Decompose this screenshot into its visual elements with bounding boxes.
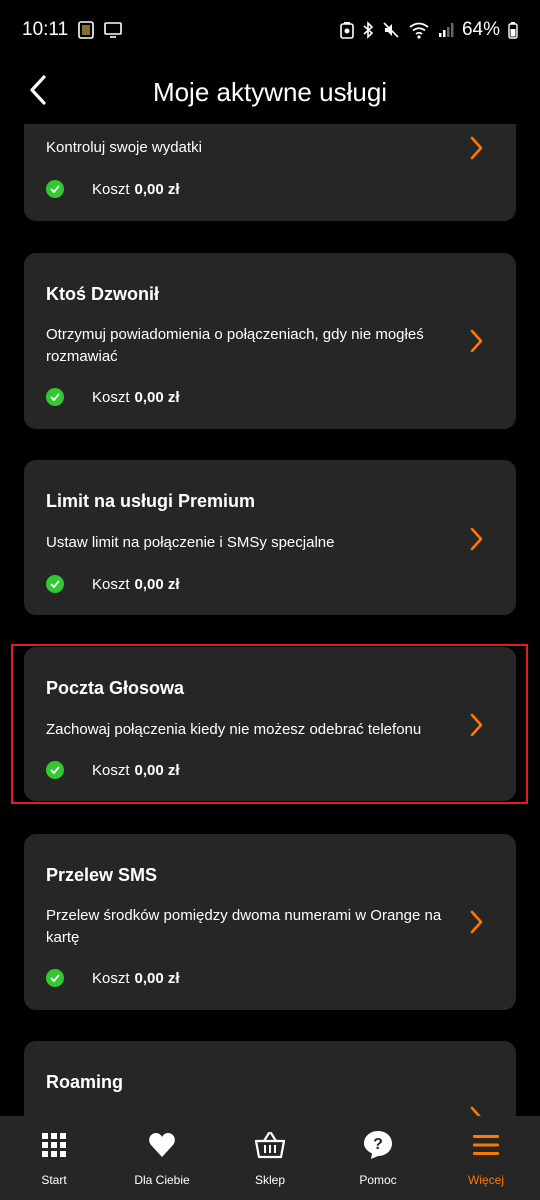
- heart-icon: [147, 1130, 177, 1160]
- battery-percent: 64%: [461, 19, 500, 40]
- services-list[interactable]: Kontroluj swoje wydatki Koszt 0,00 zł Kt…: [0, 124, 540, 1116]
- check-icon: [46, 575, 64, 593]
- chevron-right-icon: [470, 713, 483, 737]
- grid-icon: [39, 1130, 69, 1160]
- service-card-przelew-sms[interactable]: Przelew SMS Przelew środków pomiędzy dwo…: [24, 834, 516, 1010]
- status-time: 10:11: [22, 19, 69, 40]
- signal-icon: [438, 22, 454, 38]
- check-icon: [46, 761, 64, 779]
- mute-icon: [382, 21, 400, 39]
- chevron-right-icon: [470, 910, 483, 934]
- cost-value: 0,00 zł: [134, 180, 180, 198]
- service-card-poczta-glosowa[interactable]: Poczta Głosowa Zachowaj połączenia kiedy…: [24, 647, 516, 801]
- bottom-navigation: Start Dla Ciebie Sklep ? Pomoc Więcej: [0, 1116, 540, 1200]
- help-icon: ?: [363, 1130, 393, 1160]
- page-title: Moje aktywne usługi: [152, 76, 388, 107]
- service-card-ktos-dzwonil[interactable]: Ktoś Dzwonił Otrzymuj powiadomienia o po…: [24, 253, 516, 429]
- nav-label: Więcej: [467, 1173, 504, 1187]
- chevron-right-icon: [470, 329, 483, 353]
- service-card-limit-premium[interactable]: Limit na usługi Premium Ustaw limit na p…: [24, 460, 516, 615]
- service-title: Ktoś Dzwonił: [46, 284, 159, 304]
- service-description: Przelew środków pomiędzy dwoma numerami …: [46, 907, 442, 946]
- app-header: Moje aktywne usługi: [0, 60, 540, 124]
- chevron-right-icon: [470, 1106, 481, 1116]
- service-description: Otrzymuj powiadomienia o połączeniach, g…: [46, 326, 424, 365]
- check-icon: [46, 180, 64, 198]
- chevron-right-icon: [470, 527, 483, 551]
- service-description: Zachowaj połączenia kiedy nie możesz ode…: [46, 721, 422, 738]
- cost-value: 0,00 zł: [134, 969, 180, 987]
- wifi-icon: [408, 21, 430, 39]
- battery-icon: [508, 21, 518, 39]
- cost-value: 0,00 zł: [134, 761, 180, 779]
- cost-label: Koszt: [92, 969, 130, 987]
- cost-value: 0,00 zł: [134, 388, 180, 406]
- service-cost: Koszt 0,00 zł: [46, 388, 180, 406]
- nav-label: Dla Ciebie: [134, 1173, 190, 1187]
- screen-cast-icon: [104, 22, 122, 38]
- svg-text:?: ?: [373, 1136, 383, 1153]
- service-card-roaming[interactable]: Roaming: [24, 1041, 516, 1116]
- cost-label: Koszt: [92, 180, 130, 198]
- basket-icon: [255, 1130, 285, 1160]
- service-title: Przelew SMS: [46, 865, 158, 885]
- nav-label: Start: [41, 1173, 67, 1187]
- menu-icon: [471, 1130, 501, 1160]
- service-cost: Koszt 0,00 zł: [46, 761, 180, 779]
- service-title: Poczta Głosowa: [46, 678, 185, 698]
- check-icon: [46, 388, 64, 406]
- cost-label: Koszt: [92, 388, 130, 406]
- service-title: Roaming: [46, 1072, 124, 1092]
- service-card-spending[interactable]: Kontroluj swoje wydatki Koszt 0,00 zł: [24, 124, 516, 221]
- back-arrow-icon: [30, 75, 46, 105]
- app-notification-icon: [78, 21, 94, 39]
- service-description: Ustaw limit na połączenie i SMSy specjal…: [46, 534, 335, 551]
- bluetooth-icon: [362, 21, 374, 39]
- cost-label: Koszt: [92, 761, 130, 779]
- nav-pomoc[interactable]: ? Pomoc: [324, 1116, 432, 1200]
- nav-label: Pomoc: [359, 1173, 397, 1187]
- nav-wiecej[interactable]: Więcej: [432, 1116, 540, 1200]
- service-description: Kontroluj swoje wydatki: [46, 139, 202, 156]
- service-cost: Koszt 0,00 zł: [46, 575, 180, 593]
- check-icon: [46, 969, 64, 987]
- nav-start[interactable]: Start: [0, 1116, 108, 1200]
- nav-sklep[interactable]: Sklep: [216, 1116, 324, 1200]
- nav-label: Sklep: [254, 1173, 286, 1187]
- service-cost: Koszt 0,00 zł: [46, 180, 180, 198]
- status-bar: 10:11 64%: [0, 0, 540, 60]
- service-title: Limit na usługi Premium: [46, 491, 256, 511]
- cost-value: 0,00 zł: [134, 575, 180, 593]
- cost-label: Koszt: [92, 575, 130, 593]
- battery-saver-icon: [340, 21, 354, 39]
- nav-dla-ciebie[interactable]: Dla Ciebie: [108, 1116, 216, 1200]
- back-button[interactable]: [14, 66, 62, 114]
- chevron-right-icon: [470, 136, 483, 160]
- service-cost: Koszt 0,00 zł: [46, 969, 180, 987]
